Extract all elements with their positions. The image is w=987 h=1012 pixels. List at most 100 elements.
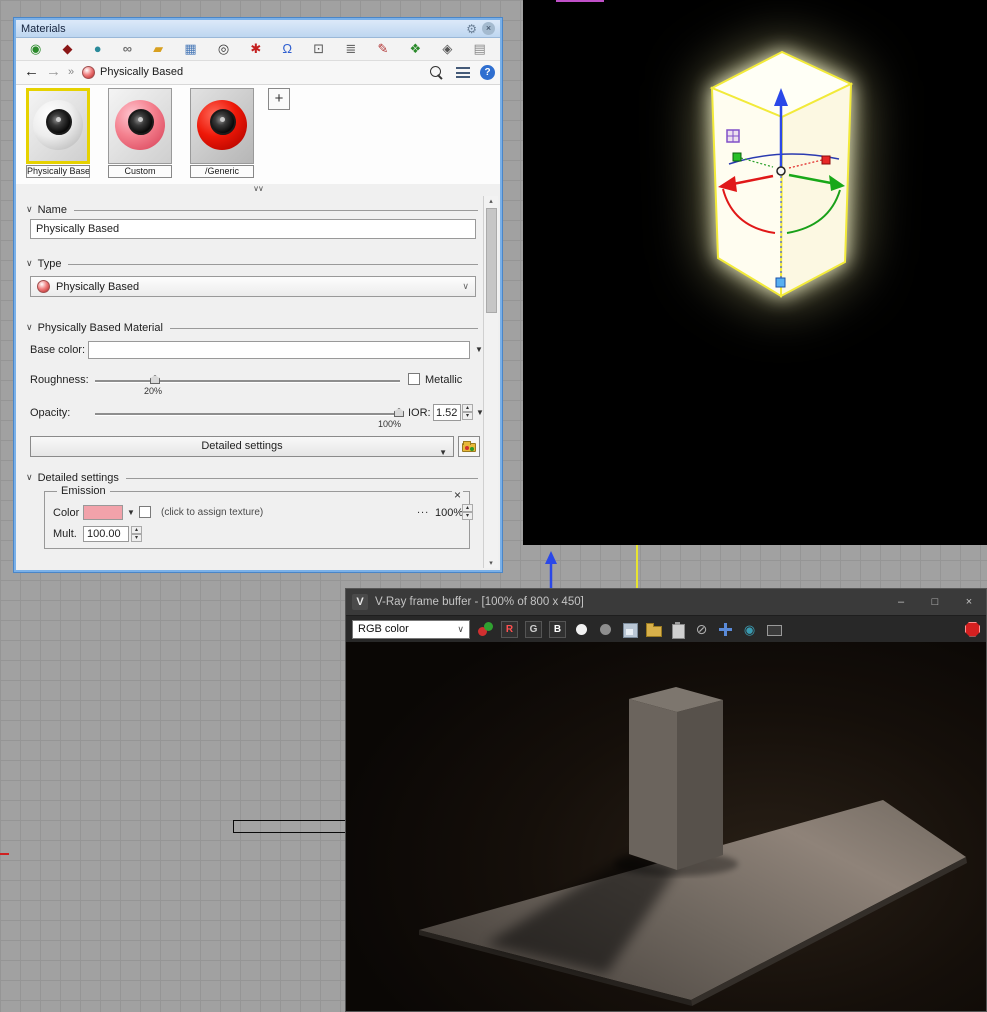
opacity-slider-track[interactable] xyxy=(95,413,400,415)
panel-scrollbar[interactable]: ▴ ▾ xyxy=(483,196,498,568)
layers-icon[interactable]: ≣ xyxy=(345,42,356,56)
copy-to-clipboard-icon[interactable] xyxy=(669,621,686,639)
display-correction-icon[interactable] xyxy=(765,621,782,638)
minimize-button[interactable]: – xyxy=(884,589,918,615)
spin-up-icon[interactable]: ▴ xyxy=(462,504,473,512)
roughness-slider-track[interactable] xyxy=(95,380,400,382)
back-button[interactable]: ← xyxy=(24,63,39,80)
help-icon[interactable]: ? xyxy=(480,65,495,80)
image-icon[interactable]: ▦ xyxy=(184,42,196,56)
detailed-settings-button-label: Detailed settings xyxy=(201,440,283,452)
emission-texture-checkbox[interactable] xyxy=(139,506,151,518)
sphere-icon[interactable]: ◉ xyxy=(30,42,41,56)
ior-input[interactable] xyxy=(433,404,461,421)
document-icon[interactable]: ▤ xyxy=(474,42,486,56)
vray-render-view[interactable] xyxy=(346,642,986,1011)
swatches-icon[interactable] xyxy=(477,621,494,638)
emission-color-swatch[interactable] xyxy=(83,505,123,520)
material-icon[interactable]: ◆ xyxy=(63,42,73,56)
spin-down-icon[interactable]: ▾ xyxy=(462,512,473,520)
blue-channel-button[interactable]: B xyxy=(549,620,566,638)
mult-spinner[interactable]: ▴ ▾ xyxy=(131,526,142,542)
clear-image-icon[interactable]: ⊘ xyxy=(693,621,710,638)
scroll-down-icon[interactable]: ▾ xyxy=(484,559,498,567)
bell-icon[interactable]: Ω xyxy=(282,42,292,56)
close-button[interactable]: × xyxy=(952,589,986,615)
spin-up-icon[interactable]: ▴ xyxy=(131,526,142,534)
section-rule xyxy=(68,264,478,265)
add-material-button[interactable]: + xyxy=(268,88,290,110)
vray-window-title: V-Ray frame buffer - [100% of 800 x 450] xyxy=(375,596,584,608)
red-channel-button[interactable]: R xyxy=(501,620,518,638)
metallic-label: Metallic xyxy=(425,374,463,386)
emission-amount-spinner[interactable]: ▴ ▾ xyxy=(462,504,473,520)
vray-titlebar[interactable]: V V-Ray frame buffer - [100% of 800 x 45… xyxy=(346,589,986,615)
forward-button[interactable]: → xyxy=(46,63,61,80)
material-thumbnail-custom[interactable] xyxy=(108,88,172,164)
texture-browse-button[interactable]: ... xyxy=(417,504,429,516)
material-ball-icon xyxy=(82,66,95,79)
open-image-icon[interactable] xyxy=(645,621,662,638)
materials-panel-titlebar[interactable]: Materials ⚙ × xyxy=(16,20,500,38)
menu-icon[interactable] xyxy=(456,67,470,78)
pencil-icon[interactable]: ✎ xyxy=(377,42,388,56)
stop-render-button[interactable] xyxy=(965,621,980,637)
camera-icon[interactable]: ◎ xyxy=(218,42,229,56)
opacity-value: 100% xyxy=(378,419,402,429)
maximize-button[interactable]: □ xyxy=(918,589,952,615)
link-icon[interactable]: ∞ xyxy=(123,42,132,56)
base-color-dropdown-icon[interactable]: ▼ xyxy=(475,345,483,354)
section-header-detailed[interactable]: ∨ Detailed settings xyxy=(26,471,478,484)
material-thumbnail-physically-based[interactable] xyxy=(26,88,90,164)
spin-up-icon[interactable]: ▴ xyxy=(462,404,473,412)
opacity-slider-handle[interactable] xyxy=(394,408,404,417)
metallic-checkbox[interactable] xyxy=(408,373,420,385)
scrollbar-thumb[interactable] xyxy=(486,208,497,313)
spin-down-icon[interactable]: ▾ xyxy=(131,534,142,542)
chevron-down-icon: ∨ xyxy=(457,623,464,634)
material-type-dropdown[interactable]: Physically Based ∨ xyxy=(30,276,476,297)
roughness-label: Roughness: xyxy=(30,374,89,386)
gumball-widget[interactable] xyxy=(523,0,987,545)
gray-balance-icon[interactable] xyxy=(597,621,614,638)
ball-icon[interactable]: ● xyxy=(94,42,102,56)
emission-close-icon[interactable]: × xyxy=(451,488,463,502)
channel-dropdown[interactable]: RGB color ∨ xyxy=(352,619,470,639)
section-header-type[interactable]: ∨ Type xyxy=(26,257,478,270)
mult-input[interactable] xyxy=(83,526,129,542)
panel-close-icon[interactable]: × xyxy=(482,22,495,35)
materials-panel: Materials ⚙ × ◉ ◆ ● ∞ ▰ ▦ ◎ ✱ Ω ⊡ ≣ ✎ ❖ … xyxy=(14,18,502,572)
channel-dropdown-value: RGB color xyxy=(358,623,409,635)
section-header-name[interactable]: ∨ Name xyxy=(26,203,478,216)
breadcrumb[interactable]: Physically Based xyxy=(100,66,183,78)
emission-color-dropdown-icon[interactable]: ▼ xyxy=(127,508,135,517)
preview-sphere xyxy=(115,100,165,150)
collapse-thumbnails-handle[interactable]: ∨∨ xyxy=(16,184,500,196)
detailed-settings-button[interactable]: Detailed settings ▼ xyxy=(30,436,454,457)
material-library-button[interactable] xyxy=(458,436,480,457)
track-mouse-icon[interactable] xyxy=(717,621,734,638)
gear-icon[interactable]: ⚙ xyxy=(466,22,477,36)
diamond-icon[interactable]: ◈ xyxy=(442,42,452,56)
snowflake-icon[interactable]: ✱ xyxy=(250,42,261,56)
search-icon[interactable] xyxy=(430,66,444,80)
save-image-icon[interactable] xyxy=(621,621,638,638)
white-balance-icon[interactable] xyxy=(573,621,590,638)
material-thumbnail-generic[interactable] xyxy=(190,88,254,164)
thumbnail-label: /Generic xyxy=(190,165,254,178)
rendered-viewport[interactable] xyxy=(523,0,987,545)
green-channel-button[interactable]: G xyxy=(525,620,542,638)
ior-spinner[interactable]: ▴ ▾ xyxy=(462,404,473,420)
spin-down-icon[interactable]: ▾ xyxy=(462,412,473,420)
breadcrumb-separator: » xyxy=(68,66,75,78)
folder-icon[interactable]: ▰ xyxy=(153,42,163,56)
material-name-input[interactable] xyxy=(30,219,476,239)
roughness-slider-handle[interactable] xyxy=(150,375,160,384)
base-color-swatch[interactable] xyxy=(88,341,470,359)
gumball-z-arrow[interactable] xyxy=(541,550,561,588)
plant-icon[interactable]: ❖ xyxy=(410,42,422,56)
monitor-icon[interactable]: ⊡ xyxy=(313,42,324,56)
scroll-up-icon[interactable]: ▴ xyxy=(484,197,498,205)
section-header-pbm[interactable]: ∨ Physically Based Material xyxy=(26,321,478,334)
render-region-icon[interactable]: ◉ xyxy=(741,621,758,638)
